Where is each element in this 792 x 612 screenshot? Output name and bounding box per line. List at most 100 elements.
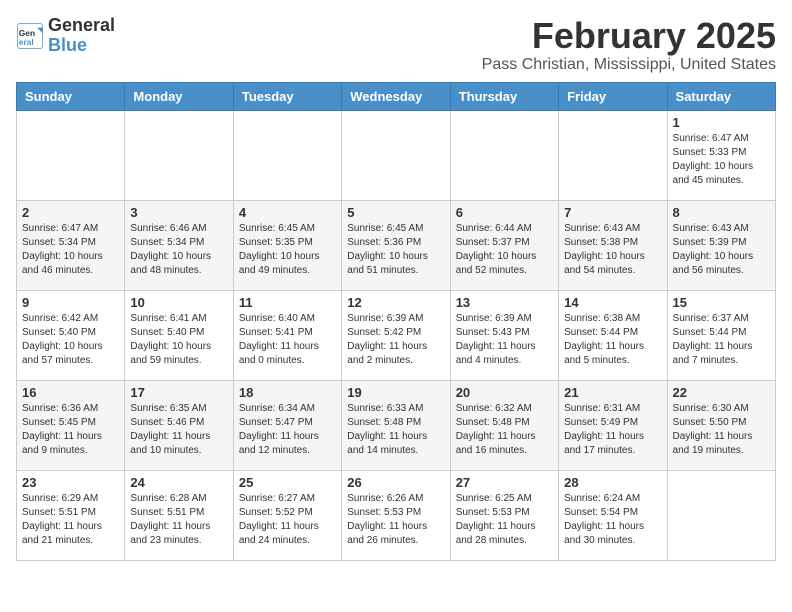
- calendar-cell: [342, 110, 450, 200]
- calendar-cell: [125, 110, 233, 200]
- day-number: 16: [22, 385, 119, 400]
- calendar-cell: 27 Sunrise: 6:25 AM Sunset: 5:53 PM Dayli…: [450, 470, 558, 560]
- day-info: Sunrise: 6:30 AM Sunset: 5:50 PM Dayligh…: [673, 402, 770, 458]
- calendar-cell: 19Sunrise: 6:33 AM Sunset: 5:48 PM Dayli…: [342, 380, 450, 470]
- day-number: 17: [130, 385, 227, 400]
- calendar-cell: [17, 110, 125, 200]
- day-info: Sunrise: 6:32 AM Sunset: 5:48 PM Dayligh…: [456, 402, 553, 458]
- day-number: 27: [456, 475, 553, 490]
- day-number: 24: [130, 475, 227, 490]
- day-number: 20: [456, 385, 553, 400]
- calendar-cell: 18 Sunrise: 6:34 AM Sunset: 5:47 PM Dayli…: [233, 380, 341, 470]
- title-area: February 2025 Pass Christian, Mississipp…: [482, 16, 776, 74]
- calendar-cell: 10 Sunrise: 6:41 AM Sunset: 5:40 PM Dayli…: [125, 290, 233, 380]
- weekday-header-row: SundayMondayTuesdayWednesdayThursdayFrid…: [17, 82, 776, 110]
- day-info: Sunrise: 6:26 AM Sunset: 5:53 PM Dayligh…: [347, 492, 444, 548]
- calendar-table: SundayMondayTuesdayWednesdayThursdayFrid…: [16, 82, 776, 561]
- calendar-cell: 14 Sunrise: 6:38 AM Sunset: 5:44 PM Dayli…: [559, 290, 667, 380]
- day-number: 8: [673, 205, 770, 220]
- day-number: 10: [130, 295, 227, 310]
- day-info: Sunrise: 6:28 AM Sunset: 5:51 PM Dayligh…: [130, 492, 227, 548]
- day-info: Sunrise: 6:34 AM Sunset: 5:47 PM Dayligh…: [239, 402, 336, 458]
- logo-icon: Gen eral: [16, 22, 44, 50]
- weekday-header-tuesday: Tuesday: [233, 82, 341, 110]
- day-info: Sunrise: 6:31 AM Sunset: 5:49 PM Dayligh…: [564, 402, 661, 458]
- day-number: 18: [239, 385, 336, 400]
- day-info: Sunrise: 6:27 AM Sunset: 5:52 PM Dayligh…: [239, 492, 336, 548]
- calendar-cell: 23 Sunrise: 6:29 AM Sunset: 5:51 PM Dayli…: [17, 470, 125, 560]
- calendar-cell: 2 Sunrise: 6:47 AM Sunset: 5:34 PM Daylig…: [17, 200, 125, 290]
- day-number: 26: [347, 475, 444, 490]
- day-info: Sunrise: 6:24 AM Sunset: 5:54 PM Dayligh…: [564, 492, 661, 548]
- day-number: 23: [22, 475, 119, 490]
- day-number: 14: [564, 295, 661, 310]
- calendar-cell: 11 Sunrise: 6:40 AM Sunset: 5:41 PM Dayli…: [233, 290, 341, 380]
- month-title: February 2025: [482, 16, 776, 56]
- calendar-cell: 17 Sunrise: 6:35 AM Sunset: 5:46 PM Dayli…: [125, 380, 233, 470]
- calendar-week-row: 2 Sunrise: 6:47 AM Sunset: 5:34 PM Daylig…: [17, 200, 776, 290]
- calendar-cell: 25Sunrise: 6:27 AM Sunset: 5:52 PM Dayli…: [233, 470, 341, 560]
- calendar-cell: 15 Sunrise: 6:37 AM Sunset: 5:44 PM Dayli…: [667, 290, 775, 380]
- day-info: Sunrise: 6:40 AM Sunset: 5:41 PM Dayligh…: [239, 312, 336, 368]
- day-info: Sunrise: 6:25 AM Sunset: 5:53 PM Dayligh…: [456, 492, 553, 548]
- day-info: Sunrise: 6:44 AM Sunset: 5:37 PM Dayligh…: [456, 222, 553, 278]
- calendar-cell: 26 Sunrise: 6:26 AM Sunset: 5:53 PM Dayli…: [342, 470, 450, 560]
- day-number: 13: [456, 295, 553, 310]
- calendar-cell: 12 Sunrise: 6:39 AM Sunset: 5:42 PM Dayli…: [342, 290, 450, 380]
- calendar-cell: 21 Sunrise: 6:31 AM Sunset: 5:49 PM Dayli…: [559, 380, 667, 470]
- calendar-cell: 24 Sunrise: 6:28 AM Sunset: 5:51 PM Dayli…: [125, 470, 233, 560]
- day-info: Sunrise: 6:43 AM Sunset: 5:39 PM Dayligh…: [673, 222, 770, 278]
- calendar-week-row: 16Sunrise: 6:36 AM Sunset: 5:45 PM Dayli…: [17, 380, 776, 470]
- calendar-cell: 20 Sunrise: 6:32 AM Sunset: 5:48 PM Dayli…: [450, 380, 558, 470]
- day-info: Sunrise: 6:45 AM Sunset: 5:35 PM Dayligh…: [239, 222, 336, 278]
- calendar-cell: [450, 110, 558, 200]
- day-info: Sunrise: 6:43 AM Sunset: 5:38 PM Dayligh…: [564, 222, 661, 278]
- weekday-header-thursday: Thursday: [450, 82, 558, 110]
- day-number: 5: [347, 205, 444, 220]
- day-number: 4: [239, 205, 336, 220]
- day-info: Sunrise: 6:45 AM Sunset: 5:36 PM Dayligh…: [347, 222, 444, 278]
- day-number: 6: [456, 205, 553, 220]
- svg-text:eral: eral: [19, 37, 34, 47]
- calendar-cell: 3Sunrise: 6:46 AM Sunset: 5:34 PM Daylig…: [125, 200, 233, 290]
- calendar-week-row: 1Sunrise: 6:47 AM Sunset: 5:33 PM Daylig…: [17, 110, 776, 200]
- calendar-header: SundayMondayTuesdayWednesdayThursdayFrid…: [17, 82, 776, 110]
- weekday-header-saturday: Saturday: [667, 82, 775, 110]
- day-number: 1: [673, 115, 770, 130]
- day-info: Sunrise: 6:37 AM Sunset: 5:44 PM Dayligh…: [673, 312, 770, 368]
- day-info: Sunrise: 6:29 AM Sunset: 5:51 PM Dayligh…: [22, 492, 119, 548]
- location-title: Pass Christian, Mississippi, United Stat…: [482, 56, 776, 74]
- weekday-header-monday: Monday: [125, 82, 233, 110]
- calendar-week-row: 9Sunrise: 6:42 AM Sunset: 5:40 PM Daylig…: [17, 290, 776, 380]
- day-info: Sunrise: 6:41 AM Sunset: 5:40 PM Dayligh…: [130, 312, 227, 368]
- day-number: 7: [564, 205, 661, 220]
- calendar-cell: 7 Sunrise: 6:43 AM Sunset: 5:38 PM Daylig…: [559, 200, 667, 290]
- day-number: 2: [22, 205, 119, 220]
- day-number: 11: [239, 295, 336, 310]
- calendar-cell: 16Sunrise: 6:36 AM Sunset: 5:45 PM Dayli…: [17, 380, 125, 470]
- day-info: Sunrise: 6:38 AM Sunset: 5:44 PM Dayligh…: [564, 312, 661, 368]
- weekday-header-sunday: Sunday: [17, 82, 125, 110]
- day-number: 21: [564, 385, 661, 400]
- calendar-cell: 4 Sunrise: 6:45 AM Sunset: 5:35 PM Daylig…: [233, 200, 341, 290]
- calendar-cell: 22 Sunrise: 6:30 AM Sunset: 5:50 PM Dayli…: [667, 380, 775, 470]
- calendar-cell: 13 Sunrise: 6:39 AM Sunset: 5:43 PM Dayli…: [450, 290, 558, 380]
- day-info: Sunrise: 6:39 AM Sunset: 5:43 PM Dayligh…: [456, 312, 553, 368]
- logo: Gen eral General Blue: [16, 16, 115, 56]
- calendar-cell: [233, 110, 341, 200]
- day-number: 12: [347, 295, 444, 310]
- calendar-cell: [667, 470, 775, 560]
- logo-text: General Blue: [48, 16, 115, 56]
- day-number: 15: [673, 295, 770, 310]
- day-info: Sunrise: 6:42 AM Sunset: 5:40 PM Dayligh…: [22, 312, 119, 368]
- day-info: Sunrise: 6:47 AM Sunset: 5:34 PM Dayligh…: [22, 222, 119, 278]
- calendar-cell: 8 Sunrise: 6:43 AM Sunset: 5:39 PM Daylig…: [667, 200, 775, 290]
- day-info: Sunrise: 6:39 AM Sunset: 5:42 PM Dayligh…: [347, 312, 444, 368]
- calendar-body: 1Sunrise: 6:47 AM Sunset: 5:33 PM Daylig…: [17, 110, 776, 560]
- day-number: 22: [673, 385, 770, 400]
- day-info: Sunrise: 6:35 AM Sunset: 5:46 PM Dayligh…: [130, 402, 227, 458]
- calendar-cell: 9Sunrise: 6:42 AM Sunset: 5:40 PM Daylig…: [17, 290, 125, 380]
- weekday-header-friday: Friday: [559, 82, 667, 110]
- day-number: 19: [347, 385, 444, 400]
- calendar-week-row: 23 Sunrise: 6:29 AM Sunset: 5:51 PM Dayli…: [17, 470, 776, 560]
